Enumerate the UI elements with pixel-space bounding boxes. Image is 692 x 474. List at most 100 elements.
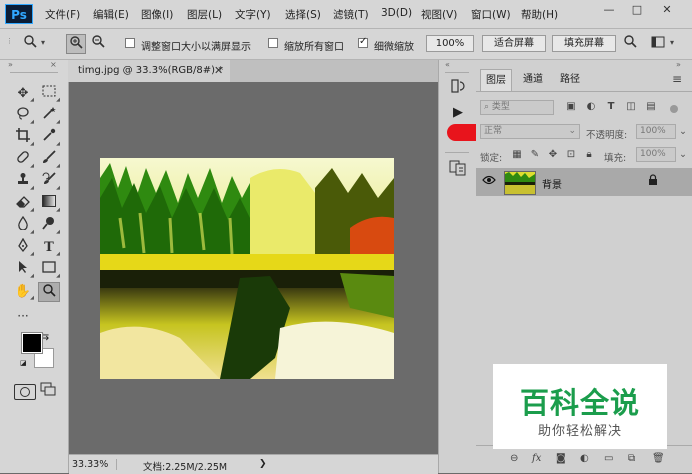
gradient-tool-icon[interactable]: ◢ xyxy=(38,194,60,214)
filter-toggle-icon[interactable] xyxy=(670,105,678,113)
zoom-in-icon[interactable] xyxy=(66,34,86,54)
pixel-filter-icon[interactable]: ▣ xyxy=(564,101,578,112)
new-layer-icon[interactable]: ⧉ xyxy=(628,453,635,464)
watermark-subtitle: 助你轻松解决 xyxy=(537,424,622,439)
clone-stamp-tool-icon[interactable]: ◢ xyxy=(12,172,34,192)
chevron-down-icon[interactable]: ▾ xyxy=(670,38,674,47)
eraser-tool-icon[interactable]: ◢ xyxy=(12,194,34,214)
menu-3d[interactable]: 3D(D) xyxy=(381,7,412,19)
brush-tool-icon[interactable]: ◢ xyxy=(38,150,60,170)
panel-close-icon[interactable]: × xyxy=(50,60,57,69)
zoom-level[interactable]: 33.33% xyxy=(72,459,118,470)
collapse-icon[interactable]: » xyxy=(676,60,681,69)
dodge-tool-icon[interactable]: ◢ xyxy=(38,216,60,236)
menu-bar: Ps 文件(F) 编辑(E) 图像(I) 图层(L) 文字(Y) 选择(S) 滤… xyxy=(0,0,692,29)
fill-screen-button[interactable]: 填充屏幕 xyxy=(552,35,616,52)
scrubby-zoom-checkbox[interactable] xyxy=(358,36,368,48)
opacity-field[interactable]: 100% xyxy=(636,124,676,139)
default-colors-icon[interactable]: ◪ xyxy=(20,359,27,367)
tab-layers[interactable]: 图层 xyxy=(480,69,512,91)
menu-edit[interactable]: 编辑(E) xyxy=(93,7,129,22)
resize-windows-checkbox[interactable] xyxy=(125,38,135,48)
chevron-down-icon[interactable]: ⌄ xyxy=(679,149,687,160)
layer-kind-filter[interactable]: ⌕ 类型 xyxy=(480,100,554,115)
character-panel-icon[interactable] xyxy=(447,160,469,182)
menu-select[interactable]: 选择(S) xyxy=(285,7,321,22)
menu-file[interactable]: 文件(F) xyxy=(45,7,80,22)
close-icon[interactable]: ✕ xyxy=(214,64,223,77)
restore-button[interactable]: □ xyxy=(624,2,650,18)
chevron-right-icon[interactable]: ❯ xyxy=(259,459,267,469)
type-filter-icon[interactable]: T xyxy=(604,101,618,112)
eyedropper-tool-icon[interactable]: ◢ xyxy=(38,128,60,148)
layer-name[interactable]: 背景 xyxy=(542,176,562,191)
zoom-100-button[interactable]: 100% xyxy=(426,35,474,52)
zoom-tool-preset-icon[interactable] xyxy=(20,34,40,54)
lock-transparent-icon[interactable]: ▦ xyxy=(510,149,524,160)
workspace-icon[interactable] xyxy=(648,34,668,54)
layer-mask-icon[interactable]: ◙ xyxy=(556,453,566,464)
history-panel-icon[interactable] xyxy=(447,78,469,100)
collapse-icon[interactable]: « xyxy=(445,60,450,69)
minimize-button[interactable]: — xyxy=(596,2,622,18)
more-tools-icon[interactable]: ··· xyxy=(12,306,34,326)
menu-image[interactable]: 图像(I) xyxy=(141,7,173,22)
lock-all-icon[interactable]: 🔒︎ xyxy=(582,149,596,160)
document-tab-title: timg.jpg @ 33.3%(RGB/8#) * xyxy=(78,65,224,76)
menu-type[interactable]: 文字(Y) xyxy=(235,7,271,22)
rectangle-tool-icon[interactable]: ◢ xyxy=(38,260,60,280)
adjustment-filter-icon[interactable]: ◐ xyxy=(584,101,598,112)
lock-artboard-icon[interactable]: ⊡ xyxy=(564,149,578,160)
menu-window[interactable]: 窗口(W) xyxy=(471,7,511,22)
document-tab[interactable]: timg.jpg @ 33.3%(RGB/8#) * ✕ xyxy=(68,60,231,82)
magic-wand-tool-icon[interactable]: ◢ xyxy=(38,106,60,126)
history-brush-tool-icon[interactable]: ◢ xyxy=(38,172,60,192)
path-selection-tool-icon[interactable]: ◢ xyxy=(12,260,34,280)
healing-brush-tool-icon[interactable]: ◢ xyxy=(12,150,34,170)
document-image[interactable] xyxy=(100,158,394,379)
trash-icon[interactable]: 🗑︎ xyxy=(652,453,665,464)
shape-filter-icon[interactable]: ◫ xyxy=(624,101,638,112)
chevron-down-icon[interactable]: ▾ xyxy=(41,38,45,47)
lock-position-icon[interactable]: ✥ xyxy=(546,149,560,160)
blend-mode-select[interactable]: 正常 ⌄ xyxy=(480,124,580,139)
menu-layer[interactable]: 图层(L) xyxy=(187,7,222,22)
foreground-color-chip[interactable] xyxy=(22,333,42,353)
layer-row[interactable]: 背景 xyxy=(476,168,692,196)
chevron-down-icon[interactable]: ⌄ xyxy=(679,126,687,137)
zoom-out-icon[interactable] xyxy=(88,34,108,54)
menu-help[interactable]: 帮助(H) xyxy=(521,7,558,22)
layer-style-icon[interactable]: fx xyxy=(532,453,541,464)
smart-object-filter-icon[interactable]: ▤ xyxy=(644,101,658,112)
quick-mask-icon[interactable] xyxy=(14,384,36,400)
link-layers-icon[interactable]: ⊖ xyxy=(510,453,518,464)
search-icon[interactable] xyxy=(620,34,640,54)
menu-filter[interactable]: 滤镜(T) xyxy=(333,7,369,22)
hand-tool-icon[interactable]: ✋ ◢ xyxy=(12,282,34,302)
crop-tool-icon[interactable]: ◢ xyxy=(12,128,34,148)
eye-icon[interactable] xyxy=(482,174,496,188)
zoom-tool-icon[interactable] xyxy=(38,282,60,302)
lasso-tool-icon[interactable]: ◢ xyxy=(12,106,34,126)
chevron-down-icon: ⌄ xyxy=(568,126,576,136)
tab-channels[interactable]: 通道 xyxy=(516,69,550,91)
adjustment-layer-icon[interactable]: ◐ xyxy=(580,453,589,464)
menu-view[interactable]: 视图(V) xyxy=(421,7,457,22)
marquee-tool-icon[interactable]: ◢ xyxy=(38,84,60,104)
blur-tool-icon[interactable]: ◢ xyxy=(12,215,34,236)
close-window-button[interactable]: ✕ xyxy=(654,2,680,18)
fill-field[interactable]: 100% xyxy=(636,147,676,162)
play-action-icon[interactable]: ▶ xyxy=(447,102,469,124)
panel-menu-icon[interactable]: ≡ xyxy=(672,72,682,86)
lock-pixels-icon[interactable]: ✎ xyxy=(528,149,542,160)
move-tool-icon[interactable]: ✥ ◢ xyxy=(12,84,34,104)
tab-paths[interactable]: 路径 xyxy=(554,69,586,91)
collapse-icon[interactable]: » xyxy=(8,60,13,69)
group-icon[interactable]: ▭ xyxy=(604,453,613,464)
screen-mode-icon[interactable] xyxy=(40,382,56,399)
zoom-all-windows-checkbox[interactable] xyxy=(268,38,278,48)
type-tool-icon[interactable]: T ◢ xyxy=(38,238,60,258)
fit-screen-button[interactable]: 适合屏幕 xyxy=(482,35,546,52)
pen-tool-icon[interactable]: ◢ xyxy=(12,237,34,258)
tab-strip xyxy=(230,60,438,82)
